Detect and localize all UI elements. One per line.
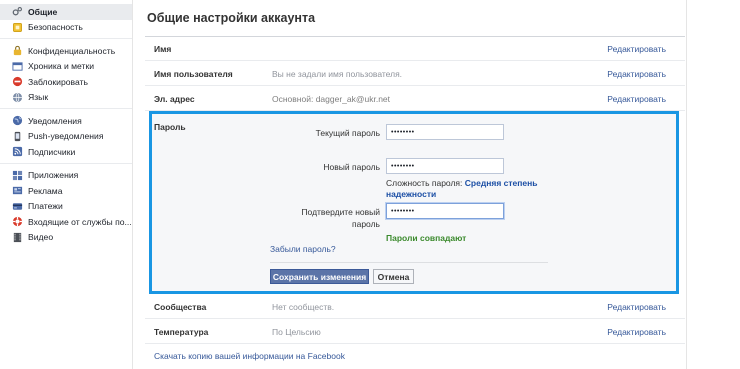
sidebar-item-label: Видео <box>28 232 54 243</box>
sidebar-item-label: Уведомления <box>28 115 82 126</box>
sidebar-item-video[interactable]: Видео <box>0 230 132 246</box>
edit-link[interactable]: Редактировать <box>607 302 666 312</box>
download-info-link[interactable]: Скачать копию вашей информации на Facebo… <box>154 351 345 361</box>
row-value: Вы не задали имя пользователя. <box>272 69 403 79</box>
film-icon <box>12 232 23 243</box>
row-label: Эл. адрес <box>154 94 195 104</box>
timeline-icon <box>12 61 23 72</box>
sidebar-group-notifications: Уведомления Push-уведомления Подписчики <box>0 109 132 164</box>
sidebar-group-privacy: Конфиденциальность Хроника и метки Забло… <box>0 39 132 109</box>
sidebar-item-label: Входящие от службы по... <box>28 216 132 227</box>
card-icon <box>12 201 23 212</box>
password-divider <box>270 262 548 263</box>
sidebar-item-payments[interactable]: Платежи <box>0 199 132 215</box>
sidebar-item-label: Реклама <box>28 185 63 196</box>
password-panel: Пароль Текущий пароль •••••••• Новый пар… <box>149 111 679 294</box>
password-section-label: Пароль <box>154 122 186 132</box>
apps-icon <box>12 170 23 181</box>
sidebar-item-timeline[interactable]: Хроника и метки <box>0 59 132 75</box>
sidebar-item-label: Подписчики <box>28 146 76 157</box>
row-label: Температура <box>154 327 209 337</box>
sidebar-group-apps: Приложения Реклама Платежи Входящие от с… <box>0 164 132 249</box>
sidebar-item-block[interactable]: Заблокировать <box>0 74 132 90</box>
shield-icon <box>12 22 23 33</box>
sidebar-item-general[interactable]: Общие <box>0 4 132 20</box>
sidebar-item-label: Приложения <box>28 170 79 181</box>
edit-link[interactable]: Редактировать <box>607 327 666 337</box>
sidebar-item-ads[interactable]: Реклама <box>0 183 132 199</box>
current-password-label: Текущий пароль <box>315 128 380 138</box>
forgot-password-link[interactable]: Забыли пароль? <box>270 244 336 254</box>
globe-icon <box>12 115 23 126</box>
settings-sidebar: Общие Безопасность Конфиденциальность Хр… <box>0 0 133 369</box>
new-password-label: Новый пароль <box>323 162 380 172</box>
row-label: Имя <box>154 44 172 54</box>
edit-link[interactable]: Редактировать <box>607 69 666 79</box>
settings-row-email: Эл. адрес Основной: dagger_ak@ukr.net Ре… <box>145 87 685 111</box>
settings-row-communities: Сообщества Нет сообществ. Редактировать <box>145 295 685 319</box>
block-icon <box>12 76 23 87</box>
sidebar-item-label: Заблокировать <box>28 76 88 87</box>
save-changes-button[interactable]: Сохранить изменения <box>270 269 369 284</box>
sidebar-item-security[interactable]: Безопасность <box>0 20 132 36</box>
current-password-input[interactable]: •••••••• <box>386 124 504 140</box>
page-title: Общие настройки аккаунта <box>147 11 316 25</box>
phone-icon <box>12 131 23 142</box>
row-value: Нет сообществ. <box>272 302 335 312</box>
row-label: Имя пользователя <box>154 69 233 79</box>
sidebar-item-label: Общие <box>28 6 58 17</box>
sidebar-item-followers[interactable]: Подписчики <box>0 144 132 160</box>
lock-icon <box>12 45 23 56</box>
ads-icon <box>12 185 23 196</box>
sidebar-item-label: Push-уведомления <box>28 131 104 142</box>
settings-row-temperature: Температура По Цельсию Редактировать <box>145 320 685 344</box>
sidebar-item-apps[interactable]: Приложения <box>0 168 132 184</box>
sidebar-item-label: Безопасность <box>28 22 83 33</box>
sidebar-item-label: Хроника и метки <box>28 61 95 72</box>
settings-row-name: Имя Редактировать <box>145 37 685 61</box>
content-right-border <box>686 0 687 369</box>
sidebar-item-label: Конфиденциальность <box>28 45 116 56</box>
strength-prefix: Сложность пароля: <box>386 178 463 188</box>
edit-link[interactable]: Редактировать <box>607 44 666 54</box>
lifebuoy-icon <box>12 216 23 227</box>
gear-icon <box>12 6 23 17</box>
sidebar-item-privacy[interactable]: Конфиденциальность <box>0 43 132 59</box>
confirm-password-input[interactable]: •••••••• <box>386 203 504 219</box>
row-value: По Цельсию <box>272 327 321 337</box>
sidebar-item-push-notifications[interactable]: Push-уведомления <box>0 129 132 145</box>
rss-icon <box>12 146 23 157</box>
settings-main: Общие настройки аккаунта Имя Редактирова… <box>145 0 685 369</box>
sidebar-item-language[interactable]: Язык <box>0 90 132 106</box>
password-match-text: Пароли совпадают <box>386 233 467 243</box>
sidebar-item-label: Язык <box>28 92 49 103</box>
sidebar-item-label: Платежи <box>28 201 63 212</box>
row-label: Сообщества <box>154 302 207 312</box>
sidebar-item-support-inbox[interactable]: Входящие от службы по... <box>0 214 132 230</box>
edit-link[interactable]: Редактировать <box>607 94 666 104</box>
settings-row-username: Имя пользователя Вы не задали имя пользо… <box>145 62 685 86</box>
sidebar-group-general: Общие Безопасность <box>0 0 132 39</box>
new-password-input[interactable]: •••••••• <box>386 158 504 174</box>
cancel-button[interactable]: Отмена <box>373 269 414 284</box>
sidebar-item-notifications[interactable]: Уведомления <box>0 113 132 129</box>
globe-icon <box>12 92 23 103</box>
password-strength-text: Сложность пароля: Средняя степень надежн… <box>386 178 551 200</box>
row-value: Основной: dagger_ak@ukr.net <box>272 94 391 104</box>
confirm-password-label: Подтвердите новый пароль <box>301 207 380 229</box>
